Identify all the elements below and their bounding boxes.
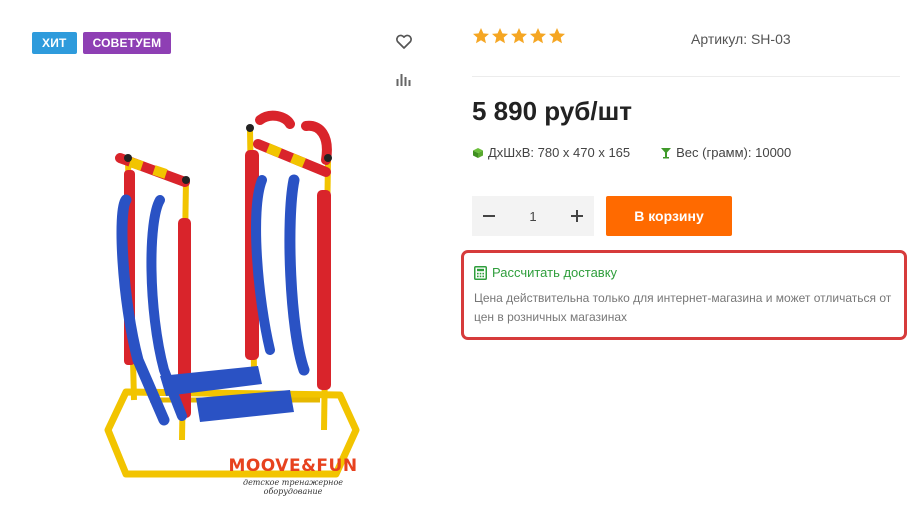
sku-label: Артикул: SH-03 (691, 31, 791, 47)
product-properties: ДхШхВ: 780 x 470 x 165 Вес (грамм): 1000… (472, 145, 791, 160)
add-to-cart-button[interactable]: В корзину (606, 196, 732, 236)
divider (472, 76, 900, 77)
badge-hit: ХИТ (32, 32, 77, 54)
weight-value: Вес (грамм): 10000 (676, 145, 792, 160)
bar-chart-icon[interactable] (394, 70, 414, 90)
heart-icon[interactable] (394, 32, 414, 52)
scale-icon (661, 147, 672, 158)
product-badges: ХИТ СОВЕТУЕМ (32, 32, 172, 54)
calculate-delivery-label[interactable]: Рассчитать доставку (492, 265, 617, 280)
rating-stars[interactable] (472, 27, 568, 45)
calculate-delivery-link[interactable]: Рассчитать доставку (474, 265, 617, 280)
minus-icon[interactable] (472, 196, 506, 236)
product-image[interactable]: MOOVE&FUN детское тренажерное оборудован… (90, 100, 380, 500)
brand-logo: MOOVE&FUN детское тренажерное оборудован… (228, 456, 358, 496)
plus-icon[interactable] (560, 196, 594, 236)
weight-property: Вес (грамм): 10000 (660, 145, 791, 160)
product-price: 5 890 руб/шт (472, 96, 632, 126)
calculator-icon (474, 265, 487, 280)
quantity-input[interactable] (506, 196, 560, 236)
cube-icon (473, 147, 483, 158)
price-disclaimer: Цена действительна только для интернет-м… (474, 291, 892, 324)
badge-recommend: СОВЕТУЕМ (82, 32, 172, 54)
dimensions-property: ДхШхВ: 780 x 470 x 165 (472, 145, 630, 160)
delivery-info-box: Рассчитать доставку Цена действительна т… (461, 250, 907, 340)
quantity-stepper (472, 196, 594, 236)
star-icons (473, 28, 565, 44)
dimensions-value: ДхШхВ: 780 x 470 x 165 (488, 145, 631, 160)
